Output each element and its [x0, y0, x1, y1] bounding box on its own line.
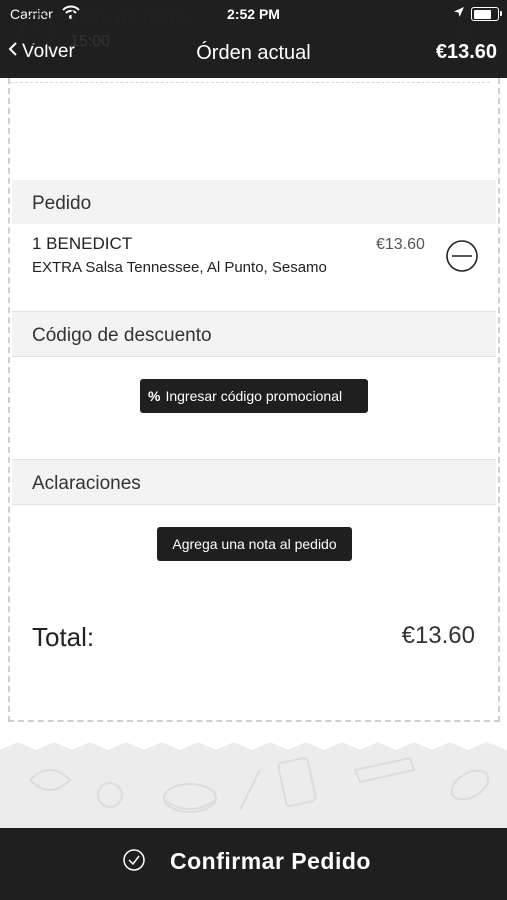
check-circle-icon [122, 848, 146, 877]
chevron-left-icon [8, 41, 18, 63]
discount-section-title: Código de descuento [32, 325, 212, 346]
pickup-time-value: 15:00 [70, 33, 111, 50]
item-name: 1 BENEDICT [32, 234, 133, 253]
confirm-order-button[interactable]: Confirmar Pedido [0, 828, 507, 900]
minus-circle-icon [446, 240, 478, 272]
promo-code-label: Ingresar código promocional [165, 388, 343, 404]
discount-section-header: Código de descuento [12, 311, 496, 357]
promo-code-button[interactable]: % Ingresar código promocional [140, 379, 368, 413]
total-value: €13.60 [401, 622, 475, 649]
pickup-label: Hora de retiro [70, 8, 187, 29]
order-item: 1 BENEDICT EXTRA Salsa Tennessee, Al Pun… [12, 228, 496, 288]
add-note-button[interactable]: Agrega una nota al pedido [157, 527, 352, 561]
notes-section-header: Aclaraciones [12, 459, 496, 505]
pickup-time-row[interactable]: Hora de retiro 15:00 [18, 0, 492, 64]
item-price: €13.60 [376, 236, 425, 253]
item-description: EXTRA Salsa Tennessee, Al Punto, Sesamo [32, 259, 327, 276]
notes-section-title: Aclaraciones [32, 473, 141, 494]
clock-icon [20, 12, 56, 53]
add-note-label: Agrega una nota al pedido [172, 536, 337, 552]
percent-icon: % [148, 388, 161, 404]
confirm-order-label: Confirmar Pedido [170, 848, 371, 874]
food-pattern-background [0, 740, 507, 828]
order-section-header: Pedido [12, 180, 496, 224]
total-label: Total: [32, 622, 95, 652]
remove-item-button[interactable] [444, 238, 480, 279]
chevron-right-icon [456, 18, 470, 49]
order-section-title: Pedido [32, 193, 92, 214]
pickup-divider [10, 82, 490, 83]
